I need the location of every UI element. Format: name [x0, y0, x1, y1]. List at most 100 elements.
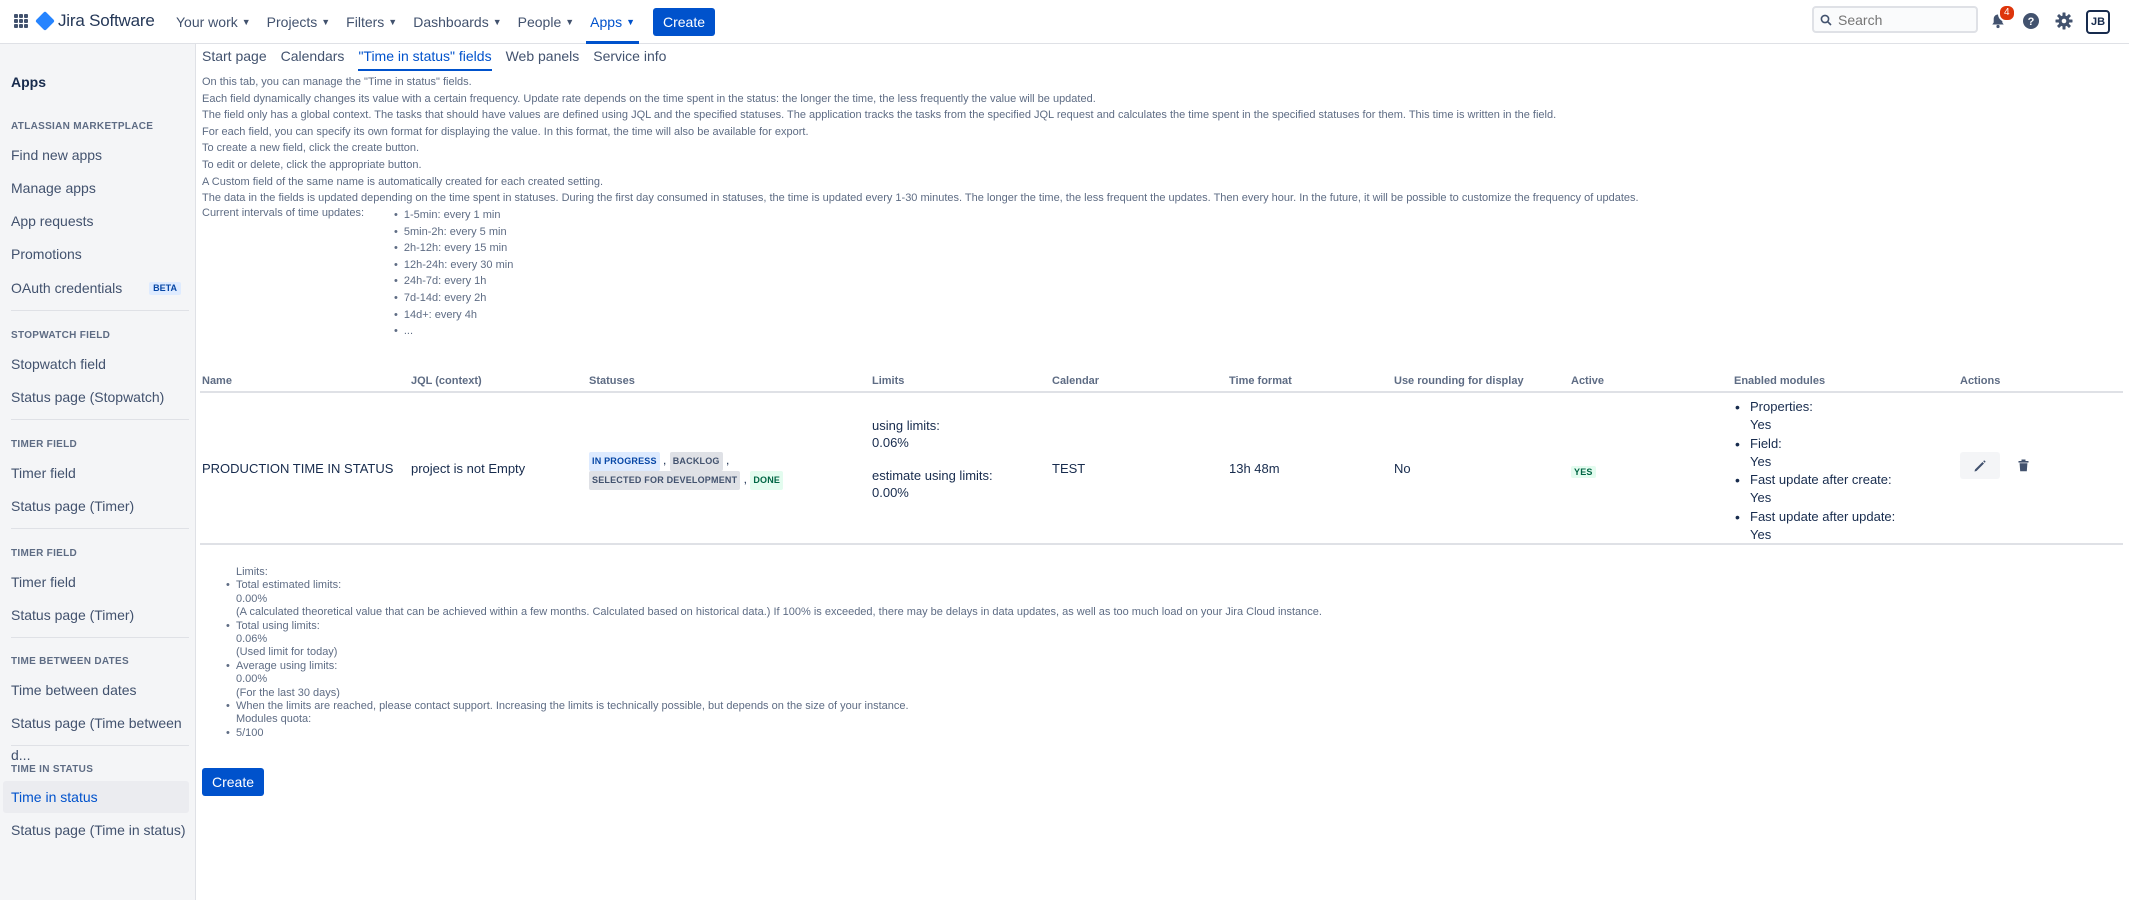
product-name: Jira Software [58, 11, 155, 30]
nav-filters-label: Filters [346, 14, 385, 30]
nav-your-work[interactable]: Your work ▼ [168, 0, 259, 44]
tab-web-panels[interactable]: Web panels [506, 48, 580, 71]
module-value: Yes [1750, 527, 1772, 543]
sidebar-item-timer-field-2[interactable]: Timer field [3, 566, 189, 598]
gear-icon [2055, 12, 2073, 30]
column-header-rounding: Use rounding for display [1394, 375, 1524, 387]
chevron-down-icon: ▼ [626, 17, 635, 27]
sidebar-item-app-requests[interactable]: App requests [3, 205, 189, 237]
svg-text:?: ? [2028, 16, 2035, 28]
jira-logo[interactable]: Jira Software [35, 11, 155, 31]
sidebar-section-heading: TIMER FIELD [11, 548, 78, 559]
module-value: Yes [1750, 490, 1772, 506]
sidebar-item-label: OAuth credentials [11, 280, 123, 296]
nav-people[interactable]: People ▼ [510, 0, 583, 44]
help-button[interactable]: ? [2020, 10, 2042, 32]
nav-filters[interactable]: Filters ▼ [338, 0, 405, 44]
sidebar-item-stopwatch-field[interactable]: Stopwatch field [3, 348, 189, 380]
nav-projects[interactable]: Projects ▼ [259, 0, 339, 44]
sidebar-item-status-page-time-in-status[interactable]: Status page (Time in status) [3, 814, 189, 846]
average-using-label: Average using limits: [226, 660, 1322, 674]
module-value: Yes [1750, 417, 1772, 433]
module-label: Fast update after update: [1750, 508, 1896, 524]
status-lozenge: SELECTED FOR DEVELOPMENT [589, 471, 741, 490]
sidebar-divider [11, 745, 189, 746]
edit-button[interactable] [1960, 452, 2000, 479]
sidebar-item-time-in-status[interactable]: Time in status [3, 781, 189, 813]
modules-quota-label: Modules quota: [236, 713, 312, 726]
nav-apps[interactable]: Apps ▼ [582, 0, 643, 44]
intro-line: On this tab, you can manage the "Time in… [202, 76, 472, 88]
sidebar-section-heading: ATLASSIAN MARKETPLACE [11, 121, 154, 132]
search-icon [1820, 14, 1832, 26]
avatar[interactable]: JB [2086, 10, 2110, 34]
sidebar-divider [11, 419, 189, 420]
tab-start-page[interactable]: Start page [202, 48, 267, 71]
jql-context: project is not Empty [411, 461, 526, 476]
pencil-icon [1974, 459, 1986, 471]
tab-calendars[interactable]: Calendars [281, 48, 345, 71]
module-item: Field: Yes [1735, 435, 1895, 472]
sidebar-section-heading: STOPWATCH FIELD [11, 330, 111, 341]
nav-items: Your work ▼ Projects ▼ Filters ▼ Dashboards… [168, 0, 716, 44]
sidebar-item-manage-apps[interactable]: Manage apps [3, 172, 189, 204]
notifications-button[interactable]: 4 [1987, 4, 2016, 32]
intro-line: To edit or delete, click the appropriate… [202, 158, 422, 171]
nav-dashboards[interactable]: Dashboards ▼ [405, 0, 509, 44]
table-header-divider [200, 391, 2123, 393]
total-using-value: 0.06% [236, 633, 268, 646]
sidebar-item-find-new-apps[interactable]: Find new apps [3, 139, 189, 171]
interval-item: 24h-7d: every 1h [394, 273, 513, 290]
search-box[interactable] [1812, 6, 1978, 33]
average-using-note: (For the last 30 days) [236, 686, 340, 699]
sidebar-item-status-page-timer-2[interactable]: Status page (Timer) [3, 599, 189, 631]
sidebar-item-oauth-credentials[interactable]: OAuth credentials BETA [3, 272, 189, 304]
limits-info: Limits: Total estimated limits: 0.00% (A… [222, 566, 1322, 741]
sidebar-item-status-page-time-between-dates[interactable]: Status page (Time between d... [3, 707, 189, 763]
sidebar-item-time-between-dates[interactable]: Time between dates [3, 674, 189, 706]
sidebar-divider [11, 528, 189, 529]
sidebar-item-status-page-timer[interactable]: Status page (Timer) [3, 490, 189, 522]
delete-button[interactable] [2014, 452, 2032, 479]
status-lozenge: IN PROGRESS [589, 452, 660, 471]
help-icon: ? [2023, 13, 2039, 29]
sidebar-item-timer-field[interactable]: Timer field [3, 457, 189, 489]
intro-text: On this tab, you can manage the "Time in… [202, 74, 1639, 207]
sidebar-item-status-page-stopwatch[interactable]: Status page (Stopwatch) [3, 381, 189, 413]
create-button[interactable]: Create [653, 8, 716, 36]
table-row-divider [200, 543, 2123, 545]
jira-diamond-icon [35, 11, 55, 31]
intro-line: The field only has a global context. The… [202, 109, 1557, 122]
statuses-cell: IN PROGRESS , BACKLOG , SELECTED FOR DEV… [589, 452, 784, 490]
intro-line: The data in the fields is updated depend… [202, 192, 1639, 205]
create-field-button[interactable]: Create [202, 768, 265, 796]
tab-time-in-status-fields[interactable]: "Time in status" fields [358, 48, 492, 71]
app-switcher-icon[interactable] [14, 14, 28, 28]
sidebar-section-heading: TIME IN STATUS [11, 764, 94, 775]
trash-icon [2018, 459, 2028, 472]
using-limits-value: 0.06% [872, 434, 909, 450]
intro-line: A Custom field of the same name is autom… [202, 175, 604, 188]
sidebar-section-heading: TIMER FIELD [11, 439, 78, 450]
module-item: Properties: Yes [1735, 398, 1895, 435]
limits-cell: using limits: 0.06% estimate using limit… [872, 418, 993, 501]
chevron-down-icon: ▼ [241, 17, 251, 27]
module-value: Yes [1750, 453, 1772, 469]
interval-item: 2h-12h: every 15 min [394, 240, 513, 257]
settings-button[interactable] [2053, 10, 2075, 32]
interval-item: 14d+: every 4h [394, 307, 513, 324]
module-item: Fast update after update: Yes [1735, 508, 1896, 545]
beta-badge: BETA [149, 282, 181, 295]
column-header-jql: JQL (context) [411, 375, 482, 387]
total-estimated-label: Total estimated limits: [226, 579, 1322, 593]
intro-line: For each field, you can specify its own … [202, 125, 809, 138]
column-header-statuses: Statuses [589, 375, 635, 387]
status-lozenge: DONE [750, 471, 784, 490]
sidebar-item-promotions[interactable]: Promotions [3, 238, 189, 270]
status-lozenge: BACKLOG [669, 452, 723, 471]
field-name: PRODUCTION TIME IN STATUS [202, 461, 394, 476]
tab-service-info[interactable]: Service info [593, 48, 666, 71]
column-header-enabled-modules: Enabled modules [1734, 375, 1826, 387]
search-input[interactable] [1838, 11, 1968, 28]
sidebar-section-heading: TIME BETWEEN DATES [11, 656, 129, 667]
